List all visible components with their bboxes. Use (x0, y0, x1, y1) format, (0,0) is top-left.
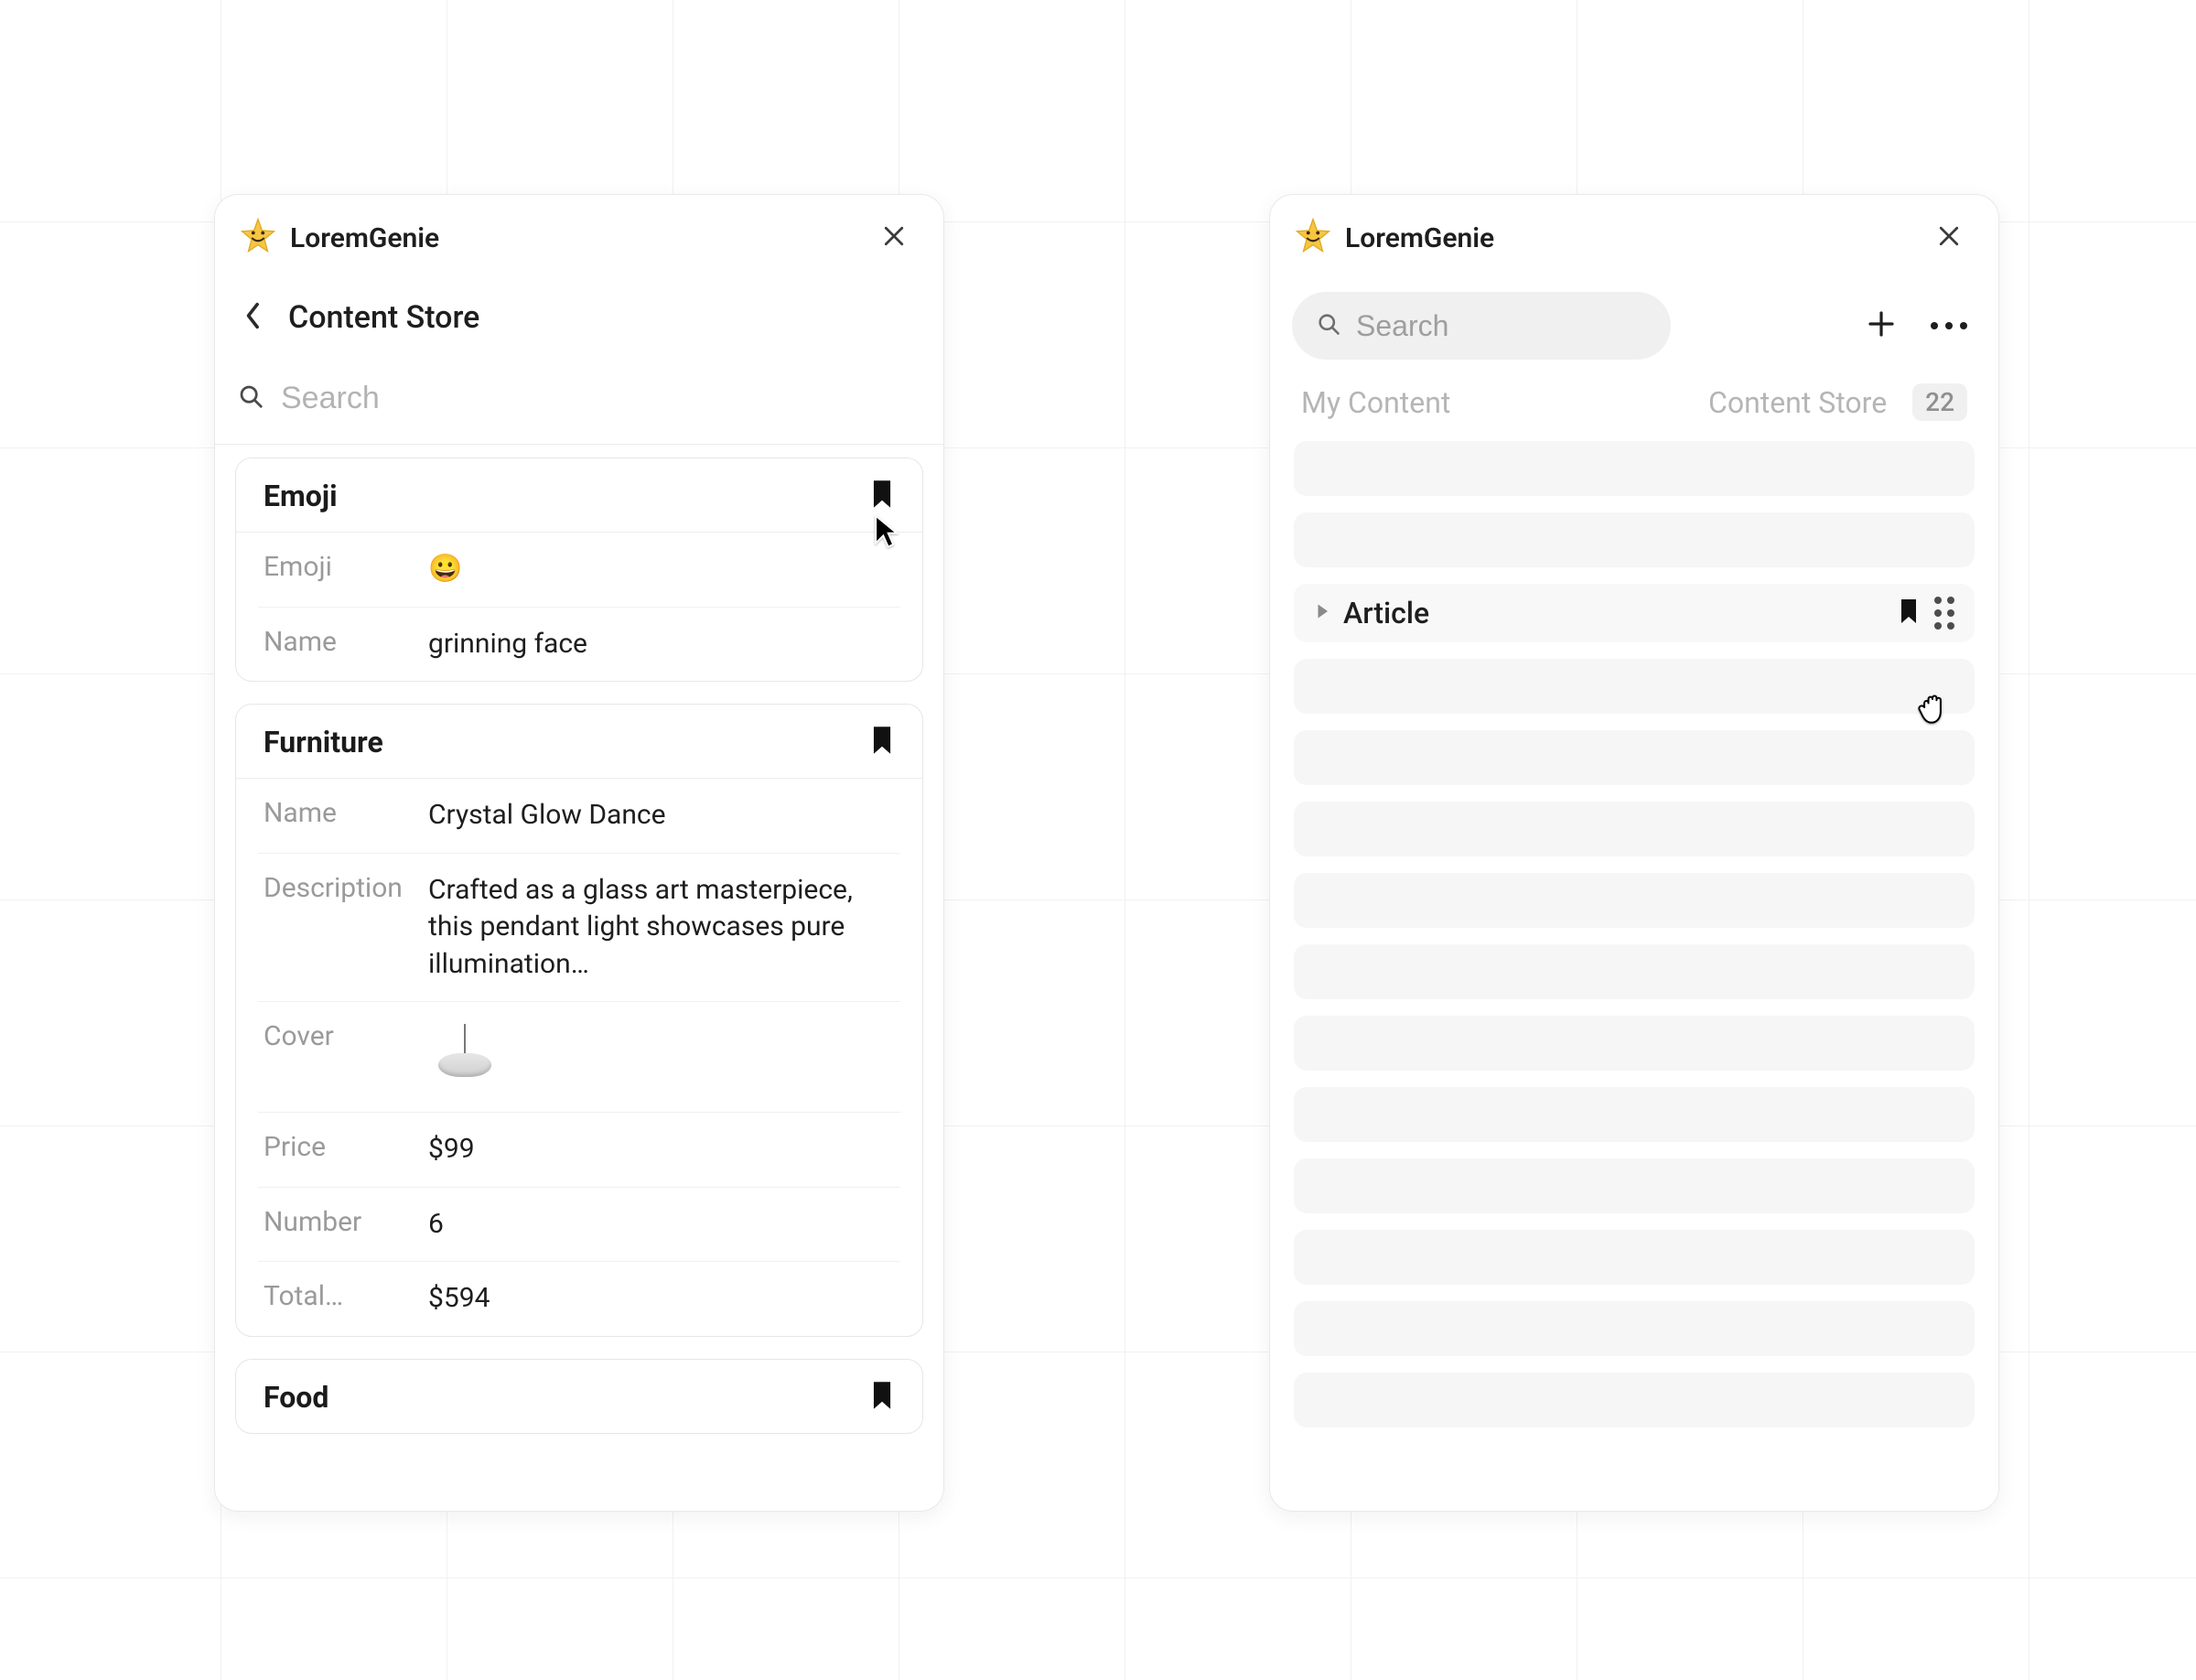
card-list: Emoji Emoji 😀 Name grinning face Furnitu… (215, 445, 943, 1511)
list-item-article[interactable]: Article (1294, 584, 1975, 642)
caret-right-icon (1314, 603, 1343, 623)
logo: LoremGenie (239, 217, 439, 259)
tabs-row: My Content Content Store 22 (1270, 380, 1998, 441)
logo: LoremGenie (1294, 217, 1494, 259)
list-item-skeleton (1294, 512, 1975, 567)
list-item-skeleton (1294, 730, 1975, 785)
row-name: Name Crystal Glow Dance (258, 779, 900, 854)
chevron-left-icon (243, 300, 264, 335)
toolbar (1270, 279, 1998, 380)
drag-handle[interactable] (1934, 597, 1954, 630)
content-store-count-badge: 22 (1912, 383, 1967, 421)
card-body: Emoji 😀 Name grinning face (236, 533, 922, 681)
content-store-panel: LoremGenie Content Store Emoji (214, 194, 944, 1512)
card-title: Furniture (264, 725, 383, 759)
ellipsis-icon (1931, 322, 1967, 329)
row-value: $99 (428, 1131, 895, 1168)
product-name: LoremGenie (290, 222, 439, 254)
content-list: Article (1270, 441, 1998, 1511)
close-button[interactable] (870, 214, 918, 262)
search-row (215, 365, 943, 444)
card-emoji[interactable]: Emoji Emoji 😀 Name grinning face (235, 458, 923, 682)
list-item-skeleton (1294, 1158, 1975, 1213)
list-item-skeleton (1294, 441, 1975, 496)
row-label: Description (264, 872, 428, 904)
card-header: Furniture (236, 705, 922, 779)
bookmark-icon[interactable] (869, 725, 895, 759)
card-header: Food (236, 1360, 922, 1433)
row-description: Description Crafted as a glass art maste… (258, 854, 900, 1003)
bookmark-icon[interactable] (1898, 598, 1920, 629)
card-header: Emoji (236, 458, 922, 533)
list-item-skeleton (1294, 1301, 1975, 1356)
card-title: Food (264, 1380, 328, 1415)
close-button[interactable] (1925, 214, 1973, 262)
row-label: Name (264, 797, 428, 829)
list-item-skeleton (1294, 802, 1975, 856)
list-item-skeleton (1294, 944, 1975, 999)
row-value: Crafted as a glass art masterpiece, this… (428, 872, 895, 984)
row-value: $594 (428, 1280, 895, 1318)
row-price: Price $99 (258, 1113, 900, 1188)
row-number: Number 6 (258, 1188, 900, 1263)
list-item-skeleton (1294, 1016, 1975, 1071)
row-label: Cover (264, 1020, 428, 1052)
more-button[interactable] (1925, 302, 1973, 350)
list-item-skeleton (1294, 1373, 1975, 1427)
row-total: Total… $594 (258, 1262, 900, 1336)
row-value: 6 (428, 1206, 895, 1244)
breadcrumb-title: Content Store (288, 299, 479, 336)
search-icon (1316, 311, 1341, 340)
card-title: Emoji (264, 479, 338, 513)
search-input[interactable] (281, 381, 918, 416)
bookmark-icon[interactable] (869, 479, 895, 513)
breadcrumb-row: Content Store (215, 279, 943, 365)
search-icon (237, 382, 264, 414)
row-value: grinning face (428, 626, 895, 663)
row-cover: Cover (258, 1002, 900, 1113)
list-item-skeleton (1294, 873, 1975, 928)
list-item-skeleton (1294, 1230, 1975, 1285)
card-food[interactable]: Food (235, 1359, 923, 1434)
star-icon (1294, 217, 1332, 259)
row-label: Name (264, 626, 428, 658)
back-button[interactable] (235, 299, 272, 336)
product-name: LoremGenie (1345, 222, 1494, 254)
close-icon (1935, 222, 1963, 253)
add-button[interactable] (1857, 302, 1905, 350)
plus-icon (1867, 309, 1896, 342)
search-pill[interactable] (1292, 292, 1671, 360)
titlebar: LoremGenie (215, 195, 943, 279)
card-furniture[interactable]: Furniture Name Crystal Glow Dance Descri… (235, 704, 923, 1337)
titlebar: LoremGenie (1270, 195, 1998, 279)
row-value (428, 1020, 895, 1093)
my-content-panel: LoremGenie My Content (1269, 194, 1999, 1512)
card-body: Name Crystal Glow Dance Description Craf… (236, 779, 922, 1336)
list-item-label: Article (1343, 596, 1429, 630)
row-value: 😀 (428, 551, 895, 588)
row-label: Number (264, 1206, 428, 1238)
list-item-skeleton (1294, 1087, 1975, 1142)
pendant-light-icon (428, 1020, 501, 1093)
tab-my-content[interactable]: My Content (1301, 385, 1450, 420)
search-input[interactable] (1356, 309, 1740, 343)
tab-content-store[interactable]: Content Store (1708, 385, 1887, 420)
row-label: Price (264, 1131, 428, 1163)
row-label: Total… (264, 1280, 428, 1312)
row-emoji: Emoji 😀 (258, 533, 900, 608)
row-name: Name grinning face (258, 608, 900, 682)
bookmark-icon[interactable] (869, 1380, 895, 1415)
row-value: Crystal Glow Dance (428, 797, 895, 835)
star-icon (239, 217, 277, 259)
list-item-skeleton (1294, 659, 1975, 714)
close-icon (880, 222, 908, 253)
row-label: Emoji (264, 551, 428, 583)
